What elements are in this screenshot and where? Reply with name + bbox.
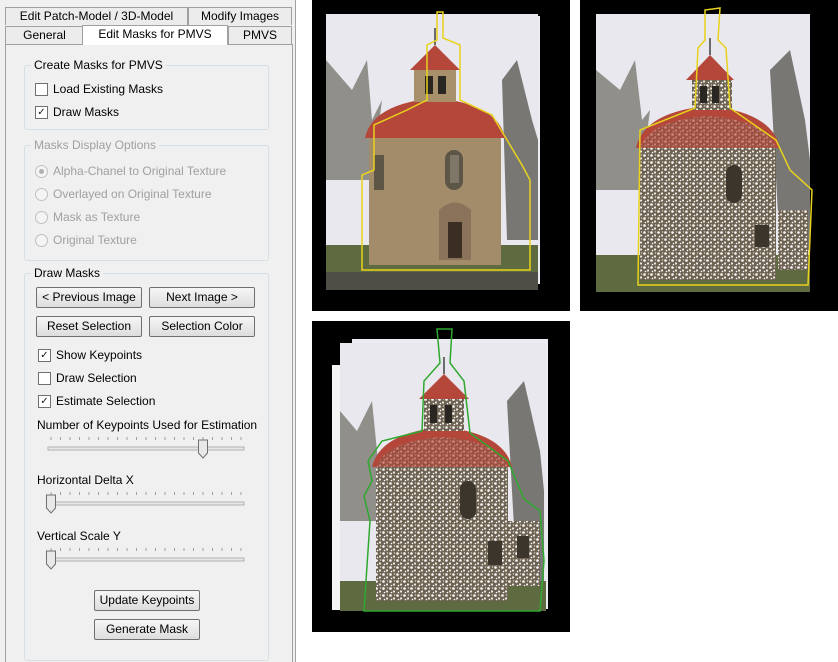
draw-selection-checkbox[interactable]: Draw Selection xyxy=(38,371,137,385)
church-photo-1 xyxy=(326,11,540,290)
radio-overlayed[interactable]: Overlayed on Original Texture xyxy=(35,187,212,201)
checkbox-box[interactable] xyxy=(35,82,48,96)
checkbox-box-checked[interactable]: ✓ xyxy=(38,394,51,408)
image-view-keypoints-green[interactable] xyxy=(312,321,570,632)
next-image-button[interactable]: Next Image > xyxy=(149,287,255,308)
church-photo-3 xyxy=(332,328,548,612)
radio-overlayed-label: Overlayed on Original Texture xyxy=(53,187,212,201)
slider-track xyxy=(47,557,245,562)
tab-content: Create Masks for PMVS Load Existing Mask… xyxy=(5,44,293,662)
image-view-alpha-mask[interactable] xyxy=(312,0,570,311)
slider-graphic xyxy=(46,548,245,570)
radio-circle[interactable] xyxy=(35,210,48,224)
delta-x-slider[interactable] xyxy=(46,489,246,519)
scale-y-slider[interactable] xyxy=(46,545,246,575)
create-masks-title: Create Masks for PMVS xyxy=(31,58,166,72)
settings-panel: Edit Patch-Model / 3D-Model Modify Image… xyxy=(0,0,296,662)
estimate-selection-checkbox[interactable]: ✓ Estimate Selection xyxy=(38,394,155,408)
radio-original-texture-label: Original Texture xyxy=(53,233,137,247)
estimate-selection-label: Estimate Selection xyxy=(56,394,156,408)
radio-circle[interactable] xyxy=(35,233,48,247)
radio-alpha-chanel-label: Alpha-Chanel to Original Texture xyxy=(53,164,227,178)
reset-selection-button[interactable]: Reset Selection xyxy=(36,316,142,337)
generate-mask-button[interactable]: Generate Mask xyxy=(94,619,200,640)
radio-alpha-chanel[interactable]: Alpha-Chanel to Original Texture xyxy=(35,164,226,178)
tab-pmvs[interactable]: PMVS xyxy=(228,26,292,44)
slider-track xyxy=(47,501,245,506)
radio-circle-selected[interactable] xyxy=(35,164,48,178)
tab-modify-images[interactable]: Modify Images xyxy=(188,7,292,25)
draw-masks-label: Draw Masks xyxy=(53,105,120,119)
checkbox-box[interactable] xyxy=(38,371,51,385)
draw-selection-label: Draw Selection xyxy=(56,371,137,385)
create-masks-group: Create Masks for PMVS xyxy=(24,58,269,130)
keypoints-slider-label: Number of Keypoints Used for Estimation xyxy=(37,418,258,432)
checkbox-box-checked[interactable]: ✓ xyxy=(35,105,48,119)
previous-image-button[interactable]: < Previous Image xyxy=(36,287,142,308)
draw-masks-title: Draw Masks xyxy=(31,266,104,280)
slider-thumb[interactable] xyxy=(198,439,208,459)
slider-track xyxy=(47,446,245,451)
radio-original-texture[interactable]: Original Texture xyxy=(35,233,137,247)
load-existing-masks-label: Load Existing Masks xyxy=(53,82,164,96)
slider-graphic xyxy=(47,437,245,459)
delta-x-slider-label: Horizontal Delta X xyxy=(37,473,134,487)
slider-thumb[interactable] xyxy=(46,550,56,570)
radio-circle[interactable] xyxy=(35,187,48,201)
show-keypoints-label: Show Keypoints xyxy=(56,348,143,362)
draw-masks-checkbox[interactable]: ✓ Draw Masks xyxy=(35,105,119,119)
radio-mask-as-texture-label: Mask as Texture xyxy=(53,210,141,224)
keypoints-slider[interactable] xyxy=(46,434,246,464)
church-photo-2 xyxy=(596,7,813,292)
tab-edit-masks-pmvs[interactable]: Edit Masks for PMVS xyxy=(82,25,228,45)
slider-thumb[interactable] xyxy=(46,494,56,514)
tab-general[interactable]: General xyxy=(5,26,84,44)
image-view-keypoints-yellow[interactable] xyxy=(580,0,838,311)
checkbox-box-checked[interactable]: ✓ xyxy=(38,348,51,362)
masks-display-options-title: Masks Display Options xyxy=(31,138,160,152)
scale-y-slider-label: Vertical Scale Y xyxy=(37,529,121,543)
slider-graphic xyxy=(46,492,245,514)
load-existing-masks-checkbox[interactable]: Load Existing Masks xyxy=(35,82,163,96)
tab-edit-patch-model[interactable]: Edit Patch-Model / 3D-Model xyxy=(5,7,188,25)
show-keypoints-checkbox[interactable]: ✓ Show Keypoints xyxy=(38,348,142,362)
update-keypoints-button[interactable]: Update Keypoints xyxy=(94,590,200,611)
radio-mask-as-texture[interactable]: Mask as Texture xyxy=(35,210,140,224)
selection-color-button[interactable]: Selection Color xyxy=(149,316,255,337)
